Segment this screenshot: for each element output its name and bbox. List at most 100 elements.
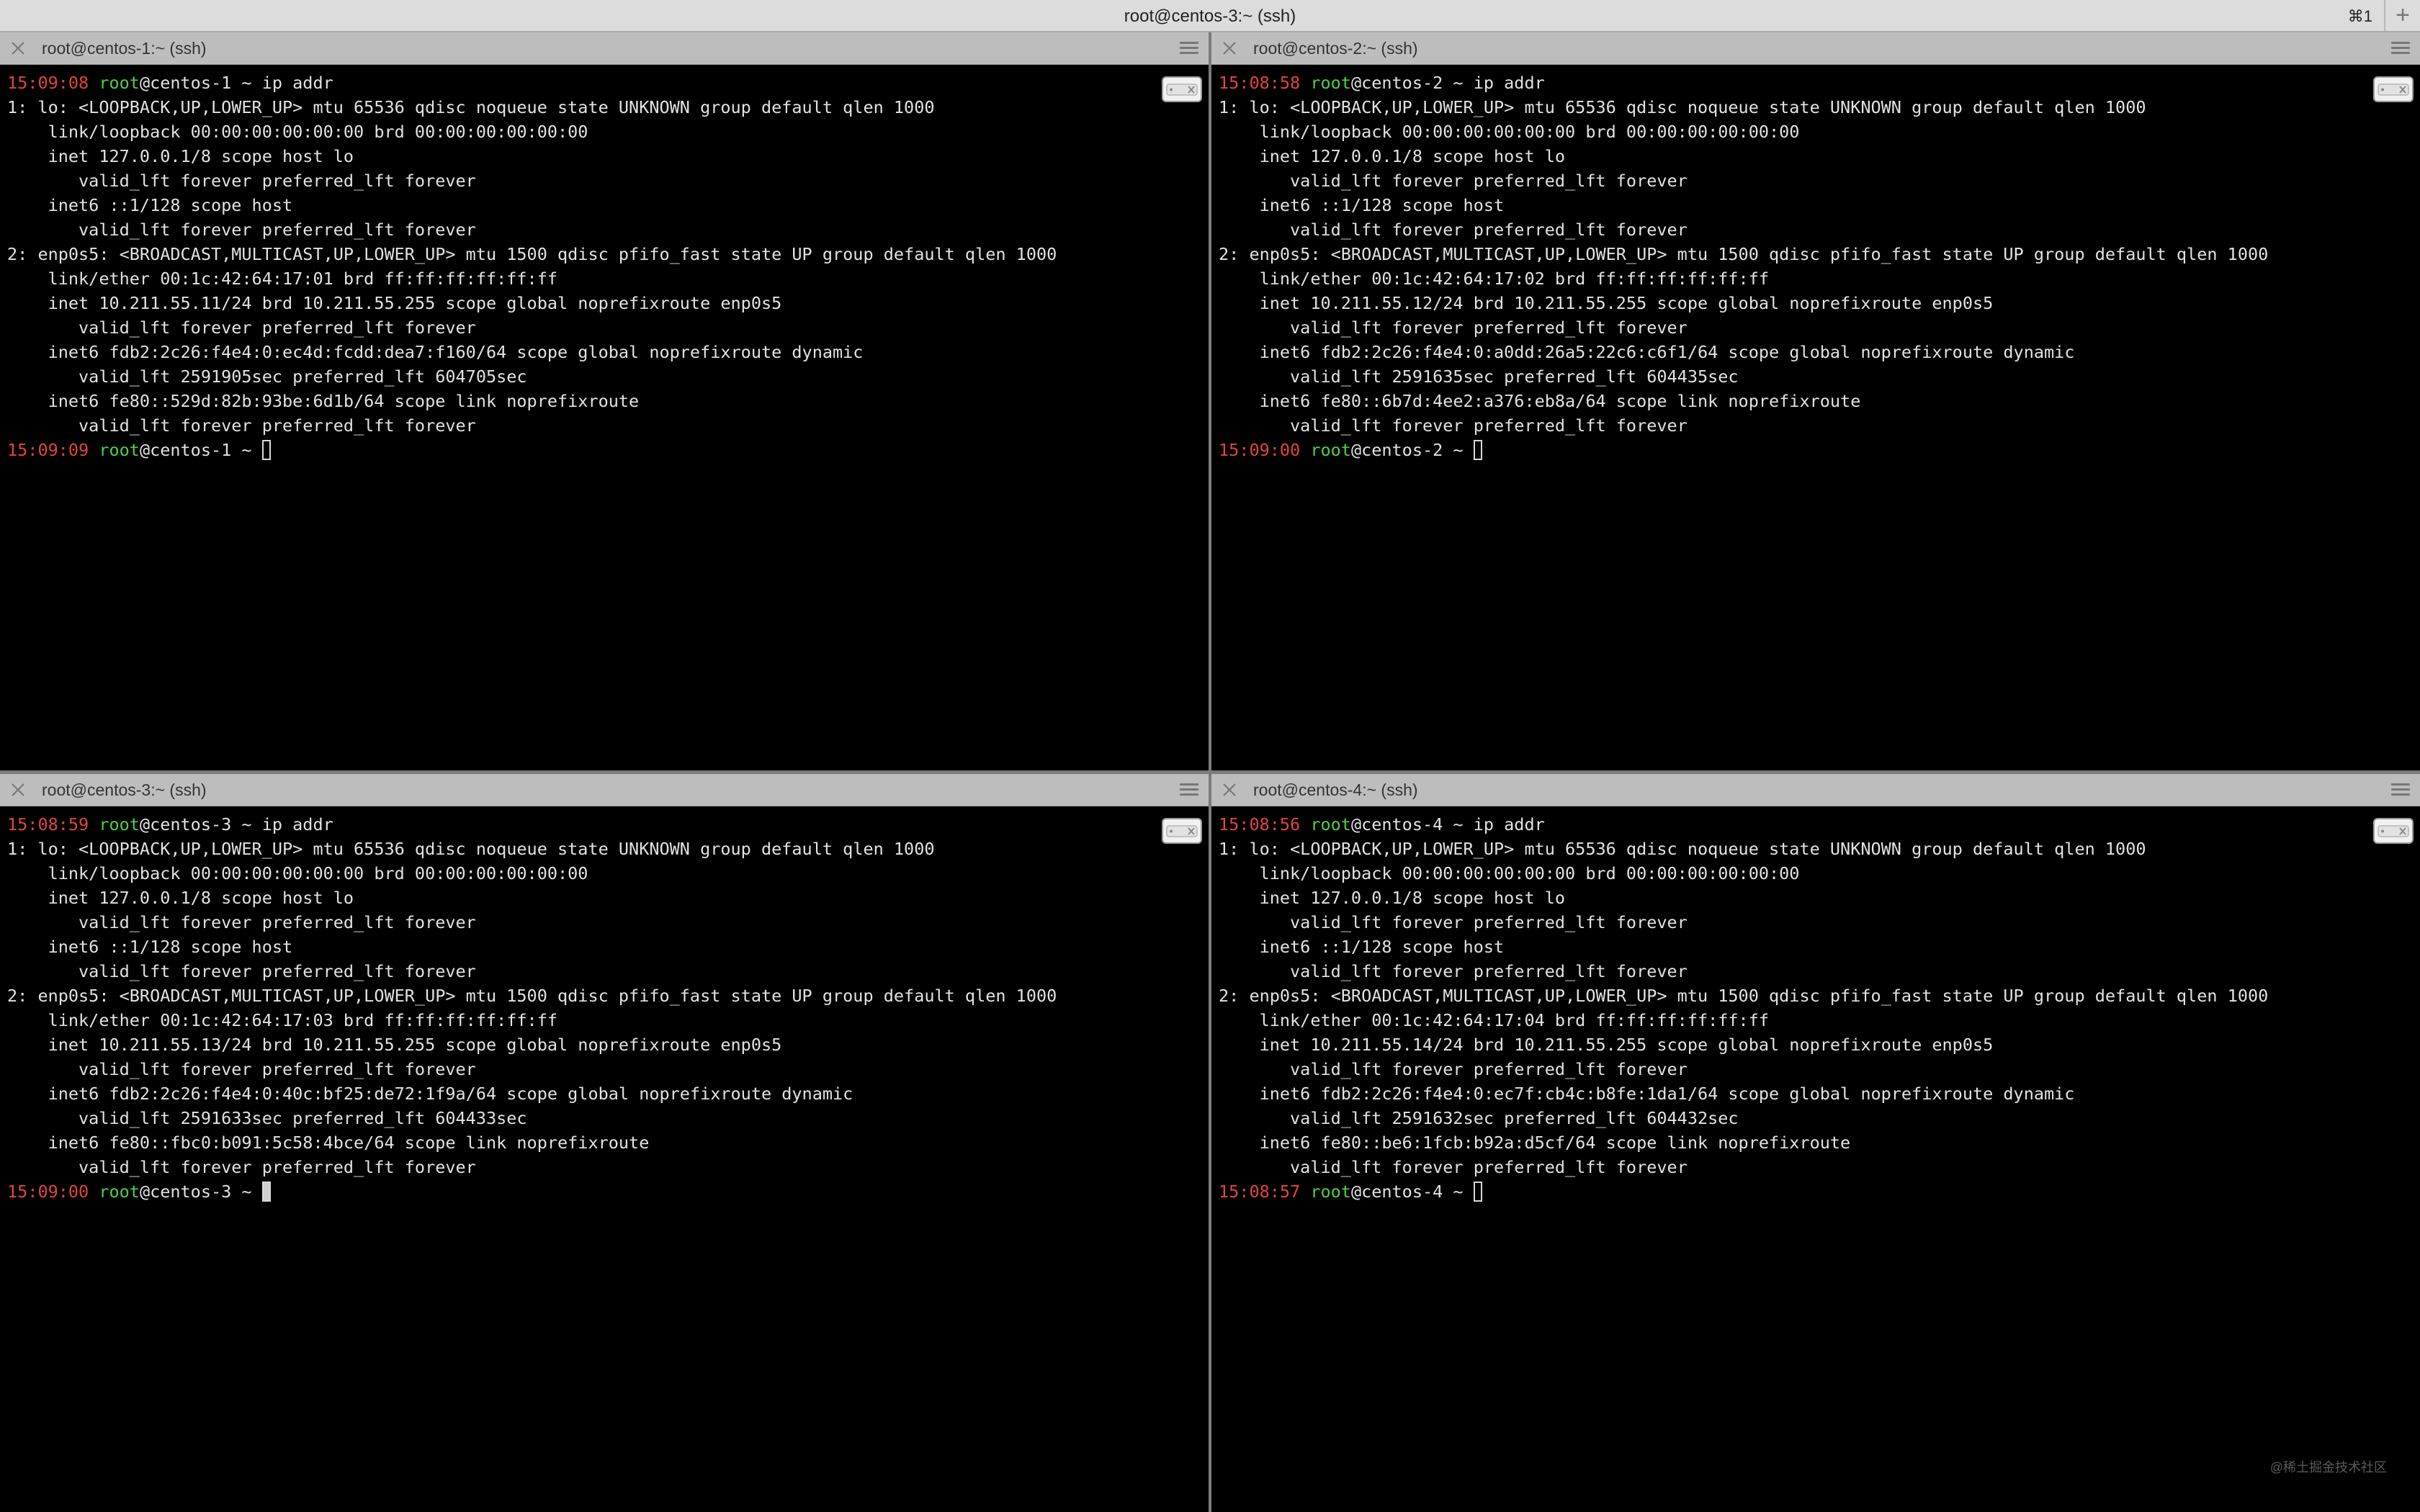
terminal-output[interactable]: 15:09:08 root@centos-1 ~ ip addr 1: lo: <… bbox=[7, 71, 1151, 462]
output-line: 1: lo: <LOOPBACK,UP,LOWER_UP> mtu 65536 … bbox=[7, 839, 935, 859]
output-line: inet6 fe80::fbc0:b091:5c58:4bce/64 scope… bbox=[7, 1133, 650, 1153]
hamburger-menu-icon[interactable] bbox=[1180, 42, 1198, 55]
broadcast-input-icon[interactable] bbox=[2372, 817, 2414, 845]
prompt-timestamp: 15:08:59 bbox=[7, 814, 89, 834]
output-line: valid_lft forever preferred_lft forever bbox=[1219, 1157, 1688, 1177]
output-line: inet6 ::1/128 scope host bbox=[1219, 195, 1505, 215]
hamburger-menu-icon[interactable] bbox=[2391, 783, 2410, 796]
output-line: link/ether 00:1c:42:64:17:04 brd ff:ff:f… bbox=[1219, 1010, 1770, 1030]
window-title-bar[interactable]: root@centos-3:~ (ssh) ⌘1 + bbox=[0, 0, 2420, 32]
output-line: valid_lft forever preferred_lft forever bbox=[7, 220, 476, 240]
output-line: valid_lft 2591632sec preferred_lft 60443… bbox=[1219, 1108, 1739, 1128]
output-line: link/loopback 00:00:00:00:00:00 brd 00:0… bbox=[7, 122, 588, 142]
prompt-user: root bbox=[99, 1182, 140, 1202]
output-line: inet 10.211.55.12/24 brd 10.211.55.255 s… bbox=[1219, 293, 1994, 313]
output-line: valid_lft 2591633sec preferred_lft 60443… bbox=[7, 1108, 527, 1128]
output-line: valid_lft 2591905sec preferred_lft 60470… bbox=[7, 366, 527, 387]
pane-centos-4[interactable]: root@centos-4:~ (ssh) 15:08:56 root@cent… bbox=[1211, 774, 2420, 1512]
prompt-host: @centos-4 ~ bbox=[1350, 1182, 1474, 1202]
output-line: inet6 fe80::6b7d:4ee2:a376:eb8a/64 scope… bbox=[1219, 391, 1861, 411]
output-line: inet6 ::1/128 scope host bbox=[1219, 937, 1505, 957]
pane-header[interactable]: root@centos-2:~ (ssh) bbox=[1211, 32, 2420, 65]
output-line: link/ether 00:1c:42:64:17:02 brd ff:ff:f… bbox=[1219, 269, 1770, 289]
hamburger-menu-icon[interactable] bbox=[1180, 783, 1198, 796]
prompt-timestamp: 15:08:56 bbox=[1219, 814, 1301, 834]
prompt-host: @centos-1 ~ bbox=[139, 440, 262, 460]
output-line: inet6 ::1/128 scope host bbox=[7, 937, 293, 957]
output-line: inet 10.211.55.14/24 brd 10.211.55.255 s… bbox=[1219, 1035, 1994, 1055]
current-prompt-line: 15:09:00 root@centos-2 ~ bbox=[1219, 438, 2362, 462]
output-line: inet6 fdb2:2c26:f4e4:0:a0dd:26a5:22c6:c6… bbox=[1219, 342, 2075, 362]
prompt-timestamp: 15:09:00 bbox=[7, 1182, 89, 1202]
broadcast-input-icon[interactable] bbox=[2372, 76, 2414, 103]
pane-title: root@centos-4:~ (ssh) bbox=[1253, 780, 1418, 799]
prompt-user: root bbox=[1310, 814, 1351, 834]
output-line: valid_lft forever preferred_lft forever bbox=[1219, 171, 1688, 191]
close-icon[interactable] bbox=[1222, 782, 1237, 798]
output-line: valid_lft forever preferred_lft forever bbox=[1219, 1059, 1688, 1079]
output-line: valid_lft 2591635sec preferred_lft 60443… bbox=[1219, 366, 1739, 387]
pane-centos-2[interactable]: root@centos-2:~ (ssh) 15:08:58 root@cent… bbox=[1211, 32, 2420, 770]
output-line: valid_lft forever preferred_lft forever bbox=[1219, 415, 1688, 436]
output-line: 1: lo: <LOOPBACK,UP,LOWER_UP> mtu 65536 … bbox=[1219, 839, 2146, 859]
pane-centos-1[interactable]: root@centos-1:~ (ssh) 15:09:08 root@cent… bbox=[0, 32, 1209, 770]
output-line: inet 127.0.0.1/8 scope host lo bbox=[1219, 888, 1566, 908]
text-cursor bbox=[261, 440, 271, 460]
pane-header[interactable]: root@centos-4:~ (ssh) bbox=[1211, 774, 2420, 806]
output-line: valid_lft forever preferred_lft forever bbox=[1219, 220, 1688, 240]
text-cursor bbox=[261, 1182, 271, 1202]
terminal-window: root@centos-3:~ (ssh) ⌘1 + root@centos-1… bbox=[0, 0, 2420, 1512]
prompt-user: root bbox=[99, 73, 140, 93]
output-line: link/ether 00:1c:42:64:17:03 brd ff:ff:f… bbox=[7, 1010, 558, 1030]
window-title: root@centos-3:~ (ssh) bbox=[1124, 6, 1296, 26]
output-line: valid_lft forever preferred_lft forever bbox=[1219, 318, 1688, 338]
window-shortcut-label: ⌘1 bbox=[2347, 7, 2372, 25]
close-icon[interactable] bbox=[1222, 40, 1237, 56]
new-tab-button[interactable]: + bbox=[2384, 0, 2420, 31]
output-line: valid_lft forever preferred_lft forever bbox=[7, 961, 476, 981]
prompt-user: root bbox=[1310, 440, 1351, 460]
broadcast-input-icon[interactable] bbox=[1161, 76, 1203, 103]
hamburger-menu-icon[interactable] bbox=[2391, 42, 2410, 55]
output-line: link/ether 00:1c:42:64:17:01 brd ff:ff:f… bbox=[7, 269, 558, 289]
prompt-timestamp: 15:09:00 bbox=[1219, 440, 1301, 460]
terminal-output[interactable]: 15:08:56 root@centos-4 ~ ip addr 1: lo: <… bbox=[1219, 812, 2362, 1204]
pane-header[interactable]: root@centos-1:~ (ssh) bbox=[0, 32, 1209, 65]
prompt-timestamp: 15:08:58 bbox=[1219, 73, 1301, 93]
prompt-command: @centos-2 ~ ip addr bbox=[1350, 73, 1545, 93]
broadcast-input-icon[interactable] bbox=[1161, 817, 1203, 845]
output-line: valid_lft forever preferred_lft forever bbox=[7, 912, 476, 932]
terminal-output[interactable]: 15:08:59 root@centos-3 ~ ip addr 1: lo: <… bbox=[7, 812, 1151, 1204]
output-line: link/loopback 00:00:00:00:00:00 brd 00:0… bbox=[7, 863, 588, 883]
prompt-command: @centos-3 ~ ip addr bbox=[139, 814, 333, 834]
prompt-host: @centos-3 ~ bbox=[139, 1182, 262, 1202]
pane-title: root@centos-1:~ (ssh) bbox=[42, 39, 207, 58]
output-line: valid_lft forever preferred_lft forever bbox=[1219, 912, 1688, 932]
terminal-output[interactable]: 15:08:58 root@centos-2 ~ ip addr 1: lo: <… bbox=[1219, 71, 2362, 462]
prompt-timestamp: 15:08:57 bbox=[1219, 1182, 1301, 1202]
output-line: valid_lft forever preferred_lft forever bbox=[1219, 961, 1688, 981]
command-prompt-line: 15:08:59 root@centos-3 ~ ip addr bbox=[7, 812, 1151, 837]
output-line: inet6 fdb2:2c26:f4e4:0:ec7f:cb4c:b8fe:1d… bbox=[1219, 1084, 2075, 1104]
pane-header[interactable]: root@centos-3:~ (ssh) bbox=[0, 774, 1209, 806]
prompt-host: @centos-2 ~ bbox=[1350, 440, 1474, 460]
output-line: link/loopback 00:00:00:00:00:00 brd 00:0… bbox=[1219, 122, 1800, 142]
command-prompt-line: 15:08:58 root@centos-2 ~ ip addr bbox=[1219, 71, 2362, 95]
current-prompt-line: 15:09:09 root@centos-1 ~ bbox=[7, 438, 1151, 462]
text-cursor bbox=[1473, 440, 1482, 460]
output-line: inet 10.211.55.11/24 brd 10.211.55.255 s… bbox=[7, 293, 782, 313]
output-line: 2: enp0s5: <BROADCAST,MULTICAST,UP,LOWER… bbox=[7, 986, 1057, 1006]
command-prompt-line: 15:09:08 root@centos-1 ~ ip addr bbox=[7, 71, 1151, 95]
prompt-user: root bbox=[1310, 1182, 1351, 1202]
close-icon[interactable] bbox=[10, 782, 26, 798]
output-line: inet6 fdb2:2c26:f4e4:0:ec4d:fcdd:dea7:f1… bbox=[7, 342, 864, 362]
output-line: valid_lft forever preferred_lft forever bbox=[7, 1059, 476, 1079]
output-line: inet6 fe80::529d:82b:93be:6d1b/64 scope … bbox=[7, 391, 640, 411]
current-prompt-line: 15:09:00 root@centos-3 ~ bbox=[7, 1179, 1151, 1204]
close-icon[interactable] bbox=[10, 40, 26, 56]
text-cursor bbox=[1473, 1182, 1482, 1202]
output-line: valid_lft forever preferred_lft forever bbox=[7, 318, 476, 338]
prompt-user: root bbox=[99, 814, 140, 834]
pane-centos-3[interactable]: root@centos-3:~ (ssh) 15:08:59 root@cent… bbox=[0, 774, 1209, 1512]
prompt-user: root bbox=[1310, 73, 1351, 93]
